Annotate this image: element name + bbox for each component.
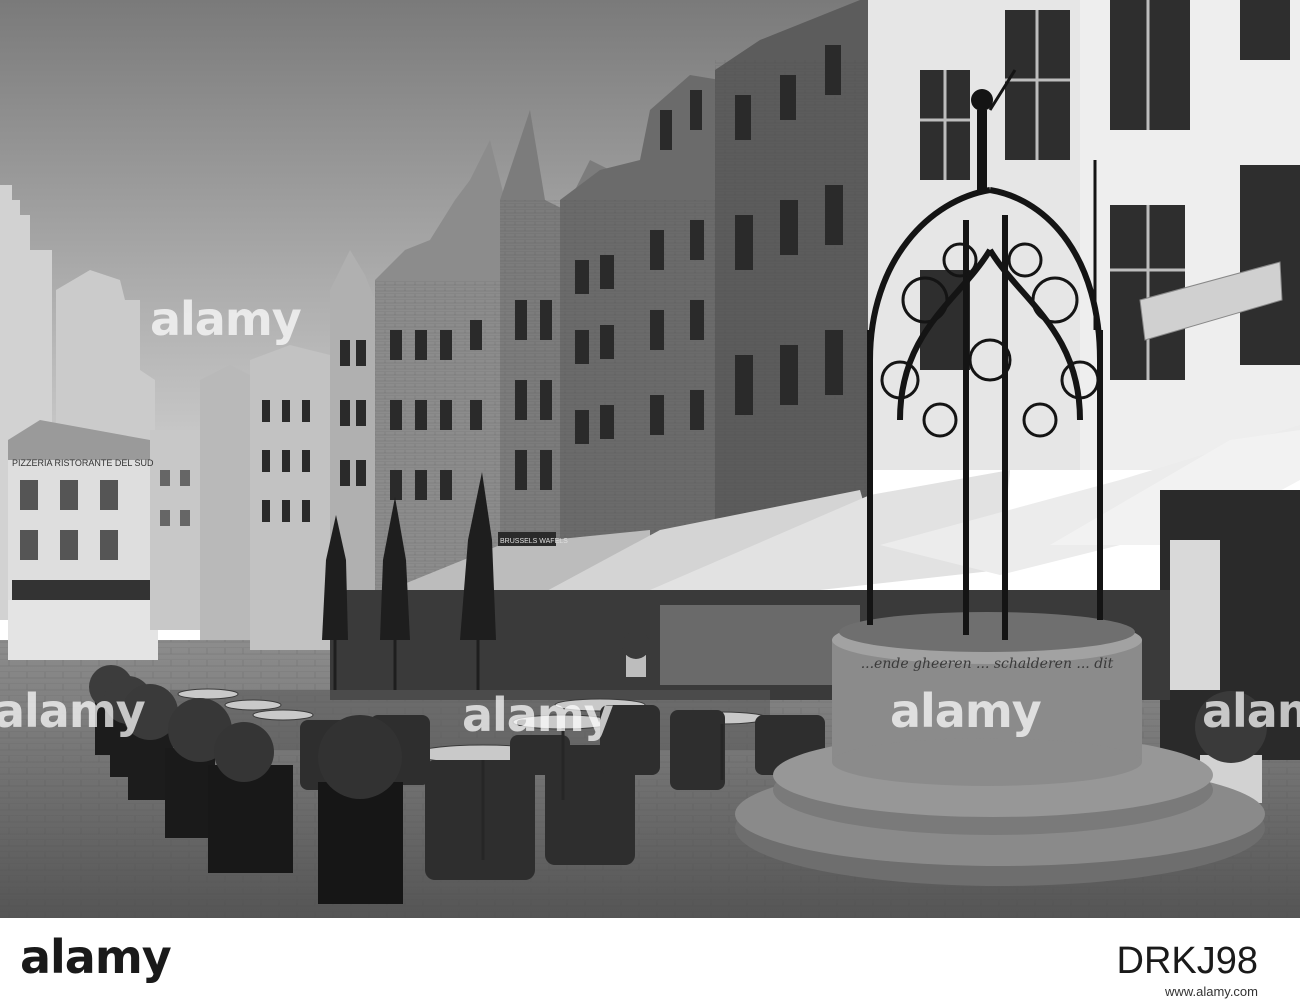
- street-photo: ...ende gheeren ... schalderen ... dit P…: [0, 0, 1300, 918]
- footer-logo: alamy: [20, 930, 172, 984]
- right-buildings: [868, 0, 1300, 470]
- sign-pizzeria: PIZZERIA RISTORANTE DEL SUD: [12, 458, 154, 468]
- well-inscription: ...ende gheeren ... schalderen ... dit: [861, 656, 1114, 672]
- sign-wafels: BRUSSELS WAFELS: [500, 538, 568, 545]
- stock-footer: alamy DRKJ98 www.alamy.com: [0, 918, 1300, 1005]
- footer-url: www.alamy.com: [1165, 984, 1258, 999]
- image-id: DRKJ98: [1116, 940, 1259, 982]
